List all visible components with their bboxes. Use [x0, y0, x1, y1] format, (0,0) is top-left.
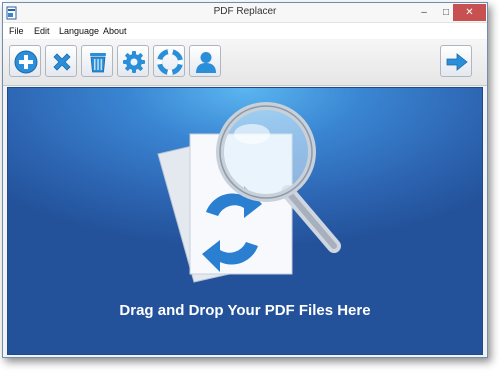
clear-button[interactable]: [81, 45, 113, 77]
add-button[interactable]: [9, 45, 41, 77]
help-button[interactable]: [153, 45, 185, 77]
document-search-illustration: [157, 102, 341, 283]
plus-circle-icon: [14, 50, 38, 74]
next-button[interactable]: [440, 45, 472, 77]
title-bar: PDF Replacer – □ ✕: [3, 3, 487, 23]
menu-edit[interactable]: Edit: [34, 26, 50, 36]
settings-button[interactable]: [117, 45, 149, 77]
person-icon: [196, 52, 216, 73]
menu-language[interactable]: Language: [59, 26, 99, 36]
close-button[interactable]: ✕: [453, 4, 486, 21]
trash-icon: [90, 53, 106, 73]
app-window: PDF Replacer – □ ✕ File Edit Language Ab…: [2, 2, 488, 358]
arrow-right-icon: [446, 53, 468, 71]
menu-file[interactable]: File: [9, 26, 24, 36]
menu-bar: File Edit Language About: [3, 23, 487, 39]
gear-icon: [123, 51, 145, 73]
toolbar: [3, 40, 487, 86]
drop-zone-instruction: Drag and Drop Your PDF Files Here: [119, 302, 371, 319]
remove-button[interactable]: [45, 45, 77, 77]
menu-about[interactable]: About: [103, 26, 127, 36]
drop-zone[interactable]: Drag and Drop Your PDF Files Here: [7, 87, 483, 355]
account-button[interactable]: [189, 45, 221, 77]
lifebuoy-icon: [157, 49, 183, 75]
x-icon: [53, 53, 71, 71]
minimize-button[interactable]: –: [413, 3, 435, 23]
